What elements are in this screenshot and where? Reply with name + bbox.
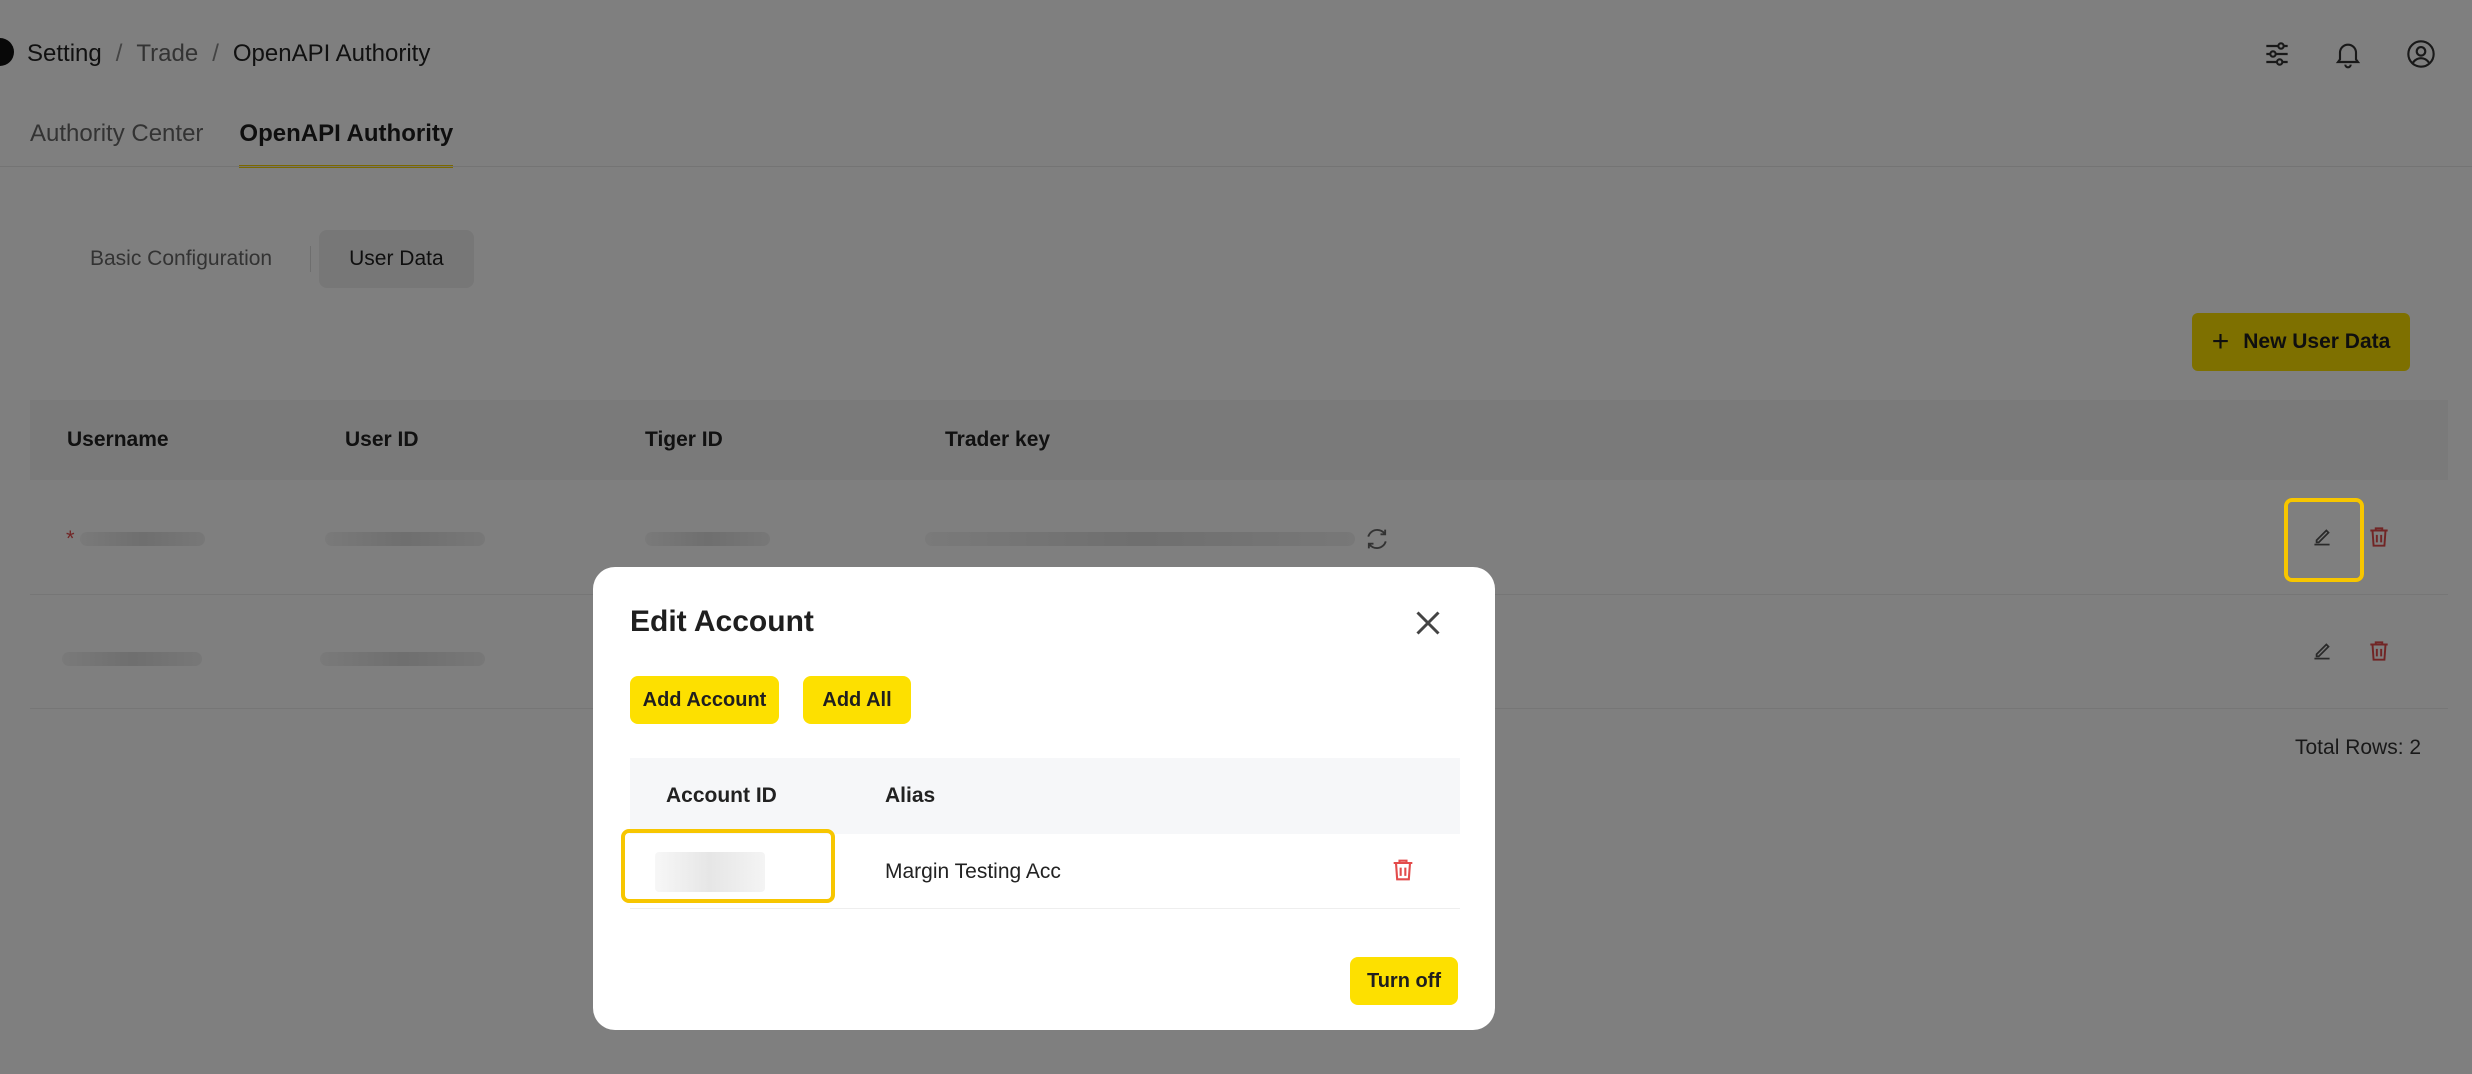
dialog-title: Edit Account (630, 605, 814, 638)
close-icon[interactable] (1410, 605, 1446, 641)
account-row-divider (630, 908, 1460, 909)
column-alias: Alias (885, 784, 936, 807)
edit-highlight-outline (2284, 498, 2364, 582)
turn-off-button[interactable]: Turn off (1350, 957, 1458, 1005)
trash-icon[interactable] (1388, 855, 1418, 885)
add-all-button[interactable]: Add All (803, 676, 911, 724)
alias-value: Margin Testing Acc (885, 860, 1061, 883)
column-account-id: Account ID (666, 784, 777, 807)
account-id-highlight (621, 829, 835, 903)
add-account-button[interactable]: Add Account (630, 676, 779, 724)
